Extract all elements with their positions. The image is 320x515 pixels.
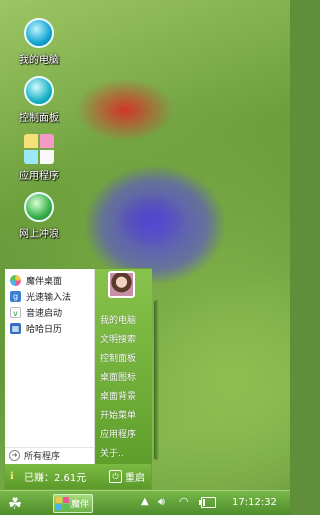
clover-icon: ☘ xyxy=(7,494,23,513)
restart-button[interactable]: ⏻ 重启 xyxy=(109,469,145,484)
start-menu-program-list: 魔伴桌面 g 光速输入法 v 音速启动 ▦ 哈哈日历 ➜ 所有程序 xyxy=(5,269,95,465)
desktop-icon-label: 应用程序 xyxy=(19,171,59,182)
desktop-icon-control-panel[interactable]: 控制面板 xyxy=(11,76,67,124)
input-method-icon: g xyxy=(10,290,21,302)
start-menu-shortcuts: 我的电脑 文明搜索 控制面板 桌面图标 桌面背景 开始菜单 应用程序 关于.. xyxy=(95,269,152,465)
menu-item-calendar[interactable]: ▦ 哈哈日历 xyxy=(5,320,94,336)
desktop-icon-applications[interactable]: 应用程序 xyxy=(11,134,67,182)
volume-icon[interactable]: 🔊︎ xyxy=(158,495,165,509)
control-panel-icon xyxy=(24,76,54,106)
info-icon: ℹ xyxy=(10,470,14,482)
shortcut-desktop-icons[interactable]: 桌面图标 xyxy=(100,370,136,383)
desktop-icon-label: 控制面板 xyxy=(19,113,59,124)
shortcut-search[interactable]: 文明搜索 xyxy=(100,332,136,345)
earnings-label: 已赚：2.61元 xyxy=(24,473,87,484)
shortcut-my-computer[interactable]: 我的电脑 xyxy=(100,313,136,326)
battery-level xyxy=(203,499,206,506)
all-programs-label: 所有程序 xyxy=(24,452,61,462)
desktop-icon-label: 网上冲浪 xyxy=(19,229,59,240)
arrow-right-icon: ➜ xyxy=(9,450,20,461)
user-avatar[interactable] xyxy=(108,271,135,298)
menu-item-mobile-desktop[interactable]: 魔伴桌面 xyxy=(5,272,94,288)
mobile-desktop-icon xyxy=(10,274,21,286)
shortcut-applications[interactable]: 应用程序 xyxy=(100,427,136,440)
taskbar-item-mobile[interactable]: 魔伴 xyxy=(53,494,93,513)
menu-item-label: 哈哈日历 xyxy=(26,324,63,335)
menu-item-label: 光速输入法 xyxy=(26,292,72,303)
tray-expand-icon[interactable]: ▲ xyxy=(141,496,149,507)
quick-launch-icon: v xyxy=(10,306,21,318)
mobile-desktop-icon xyxy=(56,497,69,510)
shortcut-about[interactable]: 关于.. xyxy=(100,446,124,459)
taskbar: ☘ 魔伴 ▲ 🔊︎ ◠ 17:12:32 xyxy=(0,490,290,515)
power-icon: ⏻ xyxy=(109,470,122,483)
shortcut-control-panel[interactable]: 控制面板 xyxy=(100,351,136,364)
shortcut-start-menu[interactable]: 开始菜单 xyxy=(100,408,136,421)
clock[interactable]: 17:12:32 xyxy=(232,497,277,508)
battery-icon[interactable] xyxy=(199,497,216,508)
all-programs-button[interactable]: ➜ 所有程序 xyxy=(5,447,95,463)
start-menu-footer: ℹ 已赚：2.61元 ⏻ 重启 xyxy=(5,464,151,489)
desktop-icon-my-computer[interactable]: 我的电脑 xyxy=(11,18,67,66)
wifi-icon[interactable]: ◠ xyxy=(179,495,189,508)
applications-icon xyxy=(24,134,54,164)
shortcut-desktop-background[interactable]: 桌面背景 xyxy=(100,389,136,402)
start-menu: 魔伴桌面 g 光速输入法 v 音速启动 ▦ 哈哈日历 ➜ 所有程序 我的电脑 文… xyxy=(4,268,152,490)
desktop-icon-label: 我的电脑 xyxy=(19,55,59,66)
menu-item-label: 魔伴桌面 xyxy=(26,276,63,287)
menu-item-quick-launch[interactable]: v 音速启动 xyxy=(5,304,94,320)
taskbar-item-label: 魔伴 xyxy=(71,500,90,510)
my-computer-icon xyxy=(24,18,54,48)
start-button[interactable]: ☘ xyxy=(5,494,25,514)
wallpaper-flower-stem xyxy=(154,300,159,460)
menu-item-input-method[interactable]: g 光速输入法 xyxy=(5,288,94,304)
menu-item-label: 音速启动 xyxy=(26,308,63,319)
desktop-icon-internet[interactable]: 网上冲浪 xyxy=(11,192,67,240)
internet-icon xyxy=(24,192,54,222)
restart-label: 重启 xyxy=(125,473,145,484)
calendar-icon: ▦ xyxy=(10,322,21,334)
earnings-display: ℹ 已赚：2.61元 xyxy=(5,469,86,484)
